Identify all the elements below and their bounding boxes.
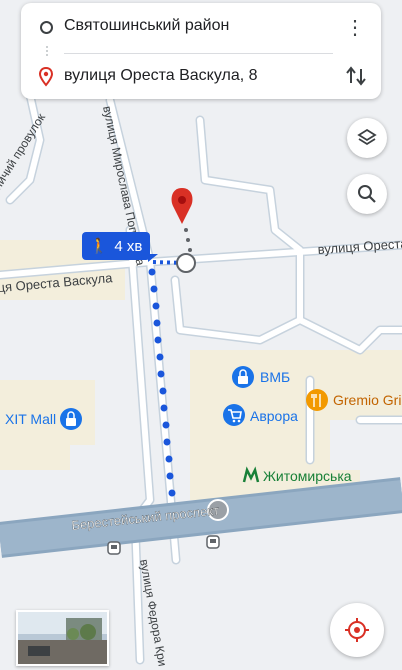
cart-icon[interactable] xyxy=(223,404,245,426)
search-icon xyxy=(358,185,376,203)
walk-icon: 🚶 xyxy=(89,238,109,255)
layers-button[interactable] xyxy=(347,118,387,158)
destination-row[interactable]: вулиця Ореста Васкула, 8 xyxy=(21,55,381,99)
poi-label-xit[interactable]: XIT Mall xyxy=(5,411,56,427)
search-button[interactable] xyxy=(347,174,387,214)
fork-knife-icon[interactable] xyxy=(306,389,328,411)
pin-icon xyxy=(38,67,54,87)
destination-field[interactable]: вулиця Ореста Васкула, 8 xyxy=(64,67,258,85)
locate-button[interactable] xyxy=(330,603,384,657)
more-vert-icon[interactable]: ⋮ xyxy=(343,15,367,39)
bus-stop-icon[interactable] xyxy=(206,535,220,549)
origin-field[interactable]: Святошинський район xyxy=(64,17,229,35)
route-end-marker[interactable] xyxy=(176,253,196,273)
origin-row[interactable]: Святошинський район ⋮ xyxy=(21,5,381,49)
swap-icon[interactable] xyxy=(343,63,369,89)
map-canvas[interactable]: вулиця Ореста ця Ореста Васкула вулиця М… xyxy=(0,0,402,670)
locate-icon xyxy=(345,618,369,642)
layers-icon xyxy=(357,128,377,146)
origin-circle-icon xyxy=(40,21,53,34)
divider xyxy=(64,53,333,54)
shopping-bag-icon[interactable] xyxy=(232,366,254,388)
shopping-bag-icon[interactable] xyxy=(60,408,82,430)
poi-label-metro[interactable]: Житомирська xyxy=(263,468,352,484)
bus-stop-icon[interactable] xyxy=(107,541,121,555)
poi-label-gremio[interactable]: Gremio Gril xyxy=(333,392,402,408)
route-card: Святошинський район ⋮ вулиця Ореста Васк… xyxy=(21,3,381,99)
walk-time-badge[interactable]: 🚶 4 хв xyxy=(82,232,158,262)
poi-label-avrora[interactable]: Аврора xyxy=(250,408,298,424)
poi-label-vmb[interactable]: ВМБ xyxy=(260,369,290,385)
area-block xyxy=(330,420,402,470)
street-view-thumbnail[interactable] xyxy=(16,610,109,666)
walk-time-label: 4 хв xyxy=(114,237,143,255)
